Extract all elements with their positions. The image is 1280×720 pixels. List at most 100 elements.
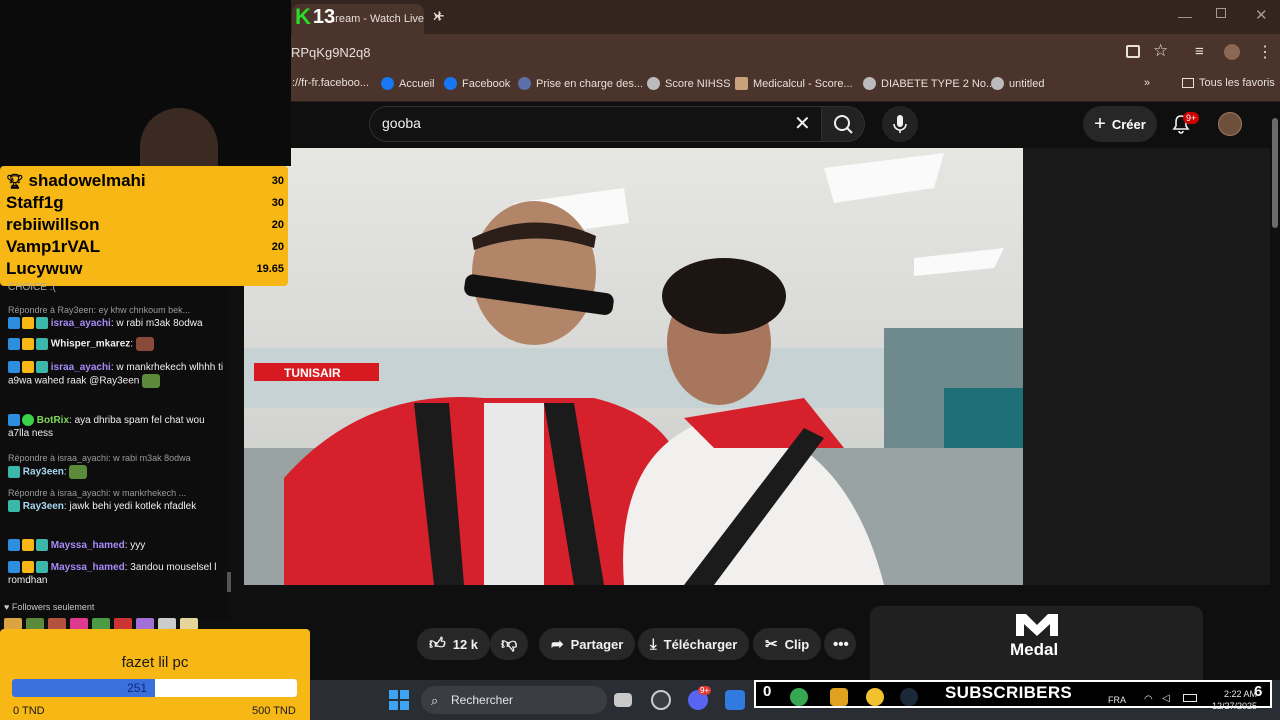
chat-partial-line: CHOICE :( <box>8 282 56 293</box>
more-actions-button[interactable]: ••• <box>824 628 856 660</box>
goal-min-label: 0 TND <box>13 705 45 717</box>
globe-icon <box>863 77 876 90</box>
subscriber-start: 0 <box>763 683 772 700</box>
chat-message: Répondre à israa_ayachi: w rabi m3ak 8od… <box>8 453 191 479</box>
emote <box>135 337 154 351</box>
leaderboard-row: 🏆︎ shadowelmahi 30 <box>6 171 284 190</box>
dislike-button[interactable]: 👎︎ <box>490 628 528 660</box>
copilot-icon[interactable] <box>830 688 848 706</box>
notification-badge: 9+ <box>1183 112 1200 124</box>
install-app-icon[interactable] <box>1126 45 1140 58</box>
bookmark-item[interactable]: untitled <box>991 77 1044 90</box>
more-icon: ••• <box>833 635 849 653</box>
video-side-area <box>1023 148 1270 585</box>
clock[interactable]: 2:22 AM 12/27/2025 <box>1212 688 1257 712</box>
create-button[interactable]: + Créer <box>1083 106 1157 142</box>
bookmark-star-icon[interactable]: ☆ <box>1153 41 1168 61</box>
plus-icon: + <box>1094 112 1106 135</box>
kick-viewer-count: K 13 <box>295 4 336 29</box>
maximize-icon[interactable] <box>1216 8 1226 18</box>
search-button[interactable] <box>821 106 865 142</box>
new-tab-icon[interactable]: + <box>434 6 445 27</box>
folder-icon <box>1182 78 1194 88</box>
chrome-icon[interactable] <box>866 688 884 706</box>
app-icon[interactable] <box>651 690 671 710</box>
globe-icon <box>518 77 531 90</box>
bookmark-item[interactable]: ://fr-fr.faceboo... <box>292 77 369 89</box>
bookmark-item[interactable]: Accueil <box>381 77 434 90</box>
chat-scrollbar[interactable] <box>227 572 231 592</box>
minimize-icon[interactable]: — <box>1178 8 1192 24</box>
mic-icon <box>893 115 907 133</box>
bookmark-item[interactable]: DIABETE TYPE 2 No... <box>863 77 995 90</box>
thumbs-down-icon: 👎︎ <box>501 635 518 653</box>
followers-only-notice: ♥ Followers seulement <box>4 602 95 612</box>
globe-icon <box>647 77 660 90</box>
media-control-icon[interactable]: ≡ <box>1195 43 1204 60</box>
share-icon: ➦ <box>551 636 564 653</box>
clear-search-icon[interactable]: ✕ <box>794 111 811 136</box>
window-close-icon[interactable]: ✕ <box>1255 6 1268 24</box>
chat-message: Mayssa_hamed: 3andou mouselsel l romdhan <box>8 561 217 586</box>
volume-icon[interactable]: ◁ <box>1162 693 1170 704</box>
goal-max-label: 500 TND <box>252 705 296 717</box>
facebook-icon <box>381 77 394 90</box>
heart-icon: ♥ <box>4 602 10 612</box>
svg-text:TUNISAIR: TUNISAIR <box>284 366 341 380</box>
all-bookmarks-button[interactable]: Tous les favoris <box>1182 77 1275 89</box>
leaderboard-row: Staff1g 30 <box>6 193 284 212</box>
leaderboard-row: rebiiwillson 20 <box>6 215 284 234</box>
bookmark-item[interactable]: Prise en charge des... <box>518 77 643 90</box>
task-view-icon[interactable] <box>614 693 632 707</box>
chat-message: Répondre à Ray3een: ey khw chnkoum bek..… <box>8 305 203 330</box>
store-icon[interactable] <box>725 690 745 710</box>
chat-message: israa_ayachi: w mankrhekech wlhhh ti a9w… <box>8 361 224 388</box>
share-button[interactable]: ➦ Partager <box>539 628 636 660</box>
search-input[interactable] <box>369 106 821 142</box>
search-icon <box>834 115 853 134</box>
steam-icon[interactable] <box>900 688 918 706</box>
medicalcul-icon <box>735 77 748 90</box>
profile-avatar[interactable] <box>1224 44 1240 60</box>
scissors-icon: ✂ <box>765 636 778 653</box>
thumbs-up-icon: 👍︎ <box>429 635 446 653</box>
app-icon[interactable] <box>790 688 808 706</box>
download-button[interactable]: ⤓ Télécharger <box>638 628 750 660</box>
trophy-icon: 🏆︎ <box>6 173 24 189</box>
goal-title: fazet lil pc <box>121 654 189 671</box>
like-button[interactable]: 👍︎ 12 k <box>417 628 491 660</box>
windows-start-icon[interactable] <box>389 690 409 710</box>
language-indicator[interactable]: FRA <box>1108 695 1126 705</box>
ad-brand: Medal <box>1010 640 1059 659</box>
search-query[interactable]: gooba <box>382 115 421 131</box>
video-frame: TUNISAIR <box>244 148 1023 585</box>
emote <box>142 374 161 388</box>
leaderboard-row: Vamp1rVAL 20 <box>6 237 284 256</box>
voice-search-button[interactable] <box>882 106 918 142</box>
bookmark-item[interactable]: Score NIHSS <box>647 77 730 90</box>
browser-menu-icon[interactable]: ⋮ <box>1257 42 1273 62</box>
subscribers-label: SUBSCRIBERS <box>945 683 1073 702</box>
facebook-icon <box>444 77 457 90</box>
user-avatar[interactable] <box>1218 112 1242 136</box>
bookmark-item[interactable]: Medicalcul - Score... <box>735 77 853 90</box>
chat-message: Whisper_mkarez: <box>8 337 224 351</box>
clip-button[interactable]: ✂ Clip <box>753 628 822 660</box>
goal-progress-bar <box>12 679 297 697</box>
globe-icon <box>991 77 1004 90</box>
chat-message: Répondre à israa_ayachi: w mankrhekech .… <box>8 488 197 513</box>
goal-current-value: 251 <box>127 681 148 695</box>
download-icon: ⤓ <box>650 635 657 653</box>
video-player[interactable]: TUNISAIR <box>244 148 1023 585</box>
battery-icon[interactable] <box>1183 694 1197 702</box>
url-text[interactable]: RPqKg9N2q8 <box>291 45 371 60</box>
bookmarks-more-icon[interactable]: » <box>1144 77 1150 89</box>
chat-message: BotRix: aya dhriba spam fel chat wou a7l… <box>8 414 205 439</box>
kick-logo: K <box>295 4 311 29</box>
taskbar-search[interactable]: Rechercher <box>421 686 607 714</box>
wifi-icon[interactable]: ◠ <box>1144 694 1153 705</box>
bookmark-item[interactable]: Facebook <box>444 77 510 90</box>
scrollbar-thumb[interactable] <box>1272 118 1278 228</box>
search-icon: ⌕ <box>431 693 439 708</box>
medal-logo-icon <box>1014 610 1060 643</box>
